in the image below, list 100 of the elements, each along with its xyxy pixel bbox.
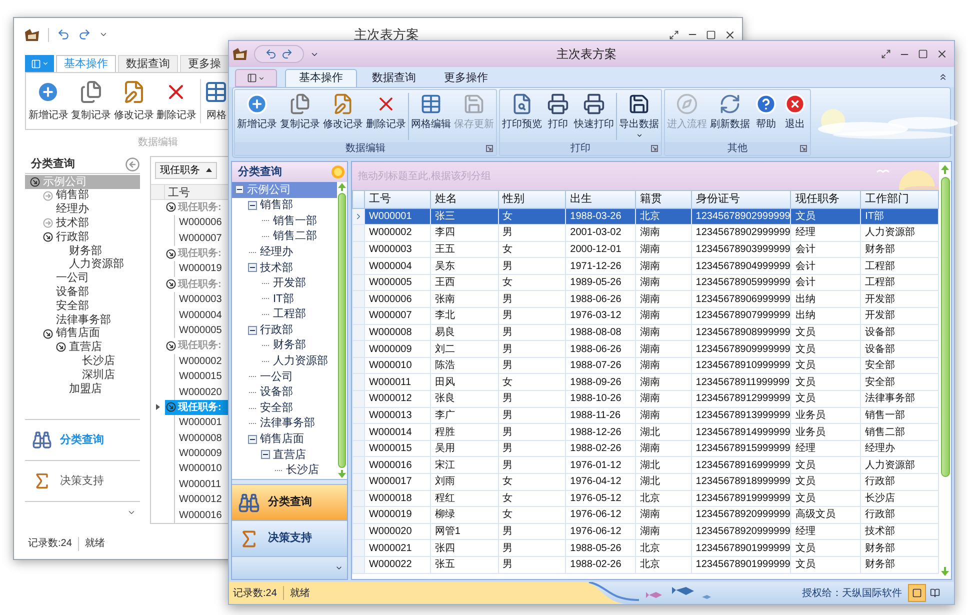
column-header[interactable]: 出生	[566, 190, 636, 208]
collapse-icon[interactable]	[166, 279, 176, 290]
dialog-launcher-icon[interactable]	[651, 145, 658, 152]
scrollbar-thumb[interactable]	[940, 177, 950, 477]
ribbon-button[interactable]: 修改记录	[322, 93, 364, 132]
table-row[interactable]: W000022 张五 男 1988-02-26 北京 12345678901999999 文员 财务部	[352, 556, 938, 574]
tree-item[interactable]: 销售部	[232, 198, 337, 214]
dialog-launcher-icon[interactable]	[800, 145, 807, 152]
redo-icon[interactable]	[281, 48, 293, 60]
table-row[interactable]: W000020 网管1 男 1976-06-12 湖南 12345678920999999 经理 技术部	[352, 523, 938, 540]
tree-item[interactable]: 行政部	[232, 322, 337, 338]
tree-item[interactable]: 深圳店	[25, 368, 140, 382]
tree-item[interactable]: 安全部	[25, 299, 140, 313]
dropdown-icon[interactable]	[99, 30, 108, 39]
column-header[interactable]: 现任职务	[790, 190, 861, 208]
collapse-icon[interactable]	[166, 248, 176, 259]
tree-item[interactable]: 法律事务部	[25, 312, 140, 327]
tree-item[interactable]: 设备部	[25, 285, 140, 300]
collapse-icon[interactable]	[248, 200, 257, 210]
tree-item[interactable]: 一公司	[25, 272, 140, 286]
ribbon-button[interactable]: 打印	[544, 93, 572, 132]
ribbon-button[interactable]: 导出数据	[618, 93, 660, 139]
ribbon-button[interactable]: 删除记录	[157, 80, 196, 122]
view-button[interactable]	[908, 584, 926, 602]
back-icon[interactable]	[125, 157, 140, 172]
ribbon-button[interactable]: 快速打印	[573, 93, 615, 132]
tree-item[interactable]: 经理办	[232, 244, 337, 260]
tree-item[interactable]: 销售一部	[232, 213, 337, 229]
app-menu-button[interactable]	[235, 69, 277, 87]
table-row[interactable]: W000006 张南 男 1988-06-26 湖南 12345678906999999 出纳 开发部	[352, 290, 938, 308]
tree-item[interactable]: 一公司	[232, 369, 337, 385]
collapse-ribbon-icon[interactable]	[938, 72, 948, 82]
collapse-icon[interactable]	[248, 326, 257, 335]
ribbon-tab[interactable]: 更多操	[180, 55, 229, 72]
ribbon-tab[interactable]: 数据查询	[118, 55, 178, 72]
collapse-icon[interactable]	[235, 185, 244, 194]
tree-item[interactable]: 安全部	[232, 400, 337, 416]
tree-item[interactable]: 工程部	[232, 306, 337, 322]
ribbon-tab[interactable]: 基本操作	[285, 69, 357, 87]
tree-item[interactable]: 法律事务部	[232, 416, 337, 432]
table-row[interactable]: W000021 张四 男 1988-05-26 北京 12345678901999999 文员 财务部	[352, 540, 938, 556]
nav-item[interactable]: 决策支持	[232, 521, 347, 557]
maximize-icon[interactable]	[706, 30, 716, 40]
tree-item[interactable]: 长沙店	[25, 354, 140, 368]
maximize-icon[interactable]	[918, 49, 928, 59]
fullscreen-icon[interactable]	[669, 30, 679, 40]
nav-item[interactable]: 分类查询	[232, 485, 347, 521]
dialog-launcher-icon[interactable]	[486, 145, 493, 152]
close-icon[interactable]	[724, 28, 736, 40]
tree-item[interactable]: 人力资源部	[232, 354, 337, 370]
tree-item[interactable]: 财务部	[25, 244, 140, 258]
table-row[interactable]: W000007 李北 男 1976-03-12 湖南 12345678907999999 出纳 开发部	[352, 308, 938, 324]
table-row[interactable]: W000017 刘雨 女 1976-04-12 湖北 12345678918999999 文员 行政部	[352, 474, 938, 490]
ribbon-button[interactable]: 新增记录	[236, 93, 278, 132]
ribbon-button[interactable]: 修改记录	[114, 80, 154, 122]
table-row[interactable]: W000019 柳绿 女 1976-06-12 湖南 12345678920999999 高级文员 行政部	[352, 506, 938, 524]
tree-item[interactable]: 直营店	[25, 340, 140, 354]
ribbon-button[interactable]: 刷新数据	[709, 93, 751, 132]
column-header[interactable]: 性别	[498, 190, 566, 208]
table-row[interactable]: W000005 王西 女 1989-05-26 湖南 12345678905999999 会计 工程部	[352, 274, 938, 291]
table-row[interactable]: W000012 张良 男 1988-10-26 湖南 12345678912999999 文员 法律事务部	[352, 390, 938, 408]
table-row[interactable]: W000010 陈浩 男 1988-07-26 湖南 12345678910999999 文员 安全部	[352, 357, 938, 374]
table-row[interactable]: W000003 王五 女 2000-12-01 湖南 12345678903999999 会计 财务部	[352, 241, 938, 258]
tree-item[interactable]: 直营店	[232, 447, 337, 463]
collapse-icon[interactable]	[43, 232, 53, 242]
scrollbar-thumb[interactable]	[338, 193, 346, 468]
table-row[interactable]: W000013 李广 男 1988-11-26 湖南 12345678913999999 业务员 销售一部	[352, 407, 938, 424]
tree-item[interactable]: 财务部	[232, 338, 337, 354]
table-row[interactable]: W000009 刘二 男 1988-06-26 湖南 12345678909999999 文员 设备部	[352, 340, 938, 358]
table-row[interactable]: W000004 吴东 男 1971-12-26 湖南 12345678904999999 会计 工程部	[352, 258, 938, 274]
collapse-icon[interactable]	[248, 434, 257, 444]
collapse-icon[interactable]	[248, 263, 257, 272]
tree-item[interactable]: 销售部	[25, 188, 140, 203]
ribbon-tab[interactable]: 数据查询	[359, 69, 429, 87]
tree-item[interactable]: 加盟店	[25, 382, 140, 396]
tree-item[interactable]: IT部	[232, 291, 337, 307]
app-menu-button[interactable]	[25, 55, 54, 72]
tree-item[interactable]: 经理办	[25, 202, 140, 216]
ribbon-tab[interactable]: 更多操作	[431, 69, 501, 87]
collapse-icon[interactable]	[56, 342, 66, 352]
column-header[interactable]: 工号	[364, 190, 430, 208]
tree-item[interactable]: 人力资源部	[25, 258, 140, 272]
collapse-icon[interactable]	[43, 328, 53, 339]
tree-item[interactable]: 技术部	[25, 216, 140, 230]
ribbon-button[interactable]: 新增记录	[29, 80, 68, 122]
collapse-icon[interactable]	[261, 450, 270, 460]
table-row[interactable]: W000014 程胜 男 1988-12-26 湖北 12345678914999999 业务员 销售二部	[352, 424, 938, 440]
ribbon-button[interactable]: 删除记录	[365, 93, 407, 132]
undo-icon[interactable]	[265, 48, 277, 60]
table-row[interactable]: W000002 李四 男 2001-03-02 湖南 12345678902999999 经理 人力资源部	[352, 224, 938, 242]
table-row[interactable]: W000015 吴用 男 1988-02-26 湖南 12345678915999999 经理 经理办	[352, 440, 938, 457]
tree-item[interactable]: 行政部	[25, 230, 140, 244]
table-row[interactable]: W000008 易良 男 1988-08-08 湖南 12345678908999999 文员 设备部	[352, 324, 938, 341]
undo-icon[interactable]	[57, 28, 70, 41]
ribbon-button[interactable]: 帮助	[752, 93, 780, 132]
fullscreen-icon[interactable]	[881, 49, 891, 59]
table-row[interactable]: W000016 宋江 男 1976-01-12 湖北 12345678916999999 文员 人力资源部	[352, 456, 938, 474]
ribbon-button[interactable]: 网格	[204, 80, 228, 122]
column-header[interactable]: 工作部门	[860, 190, 938, 208]
ribbon-button[interactable]: 复制记录	[72, 80, 110, 122]
